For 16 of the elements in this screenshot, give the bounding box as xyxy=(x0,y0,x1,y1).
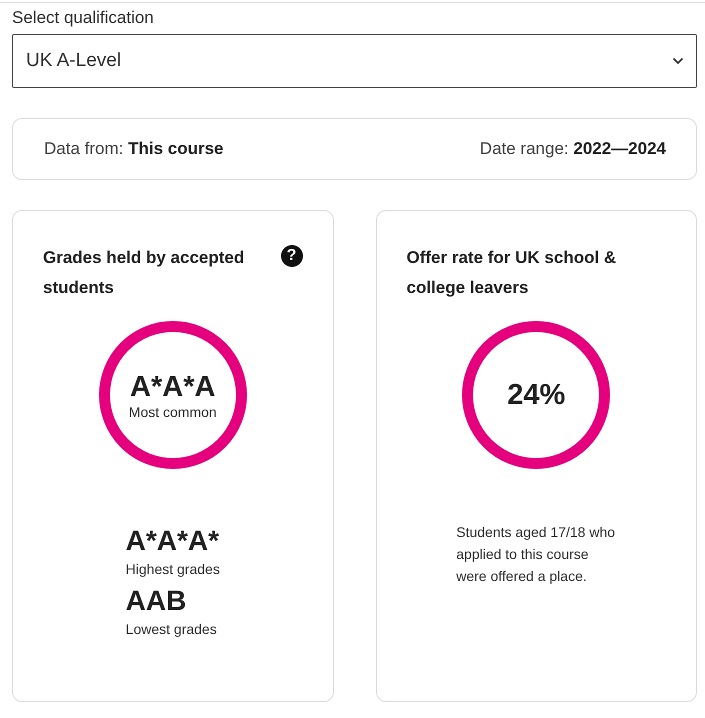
grade-label: Highest grades xyxy=(126,561,220,577)
ring-caption: Most common xyxy=(128,404,217,420)
qualification-select[interactable]: UK A-Level xyxy=(12,34,697,88)
grade-value: A*A*A* xyxy=(126,525,220,557)
ring-value: 24% xyxy=(507,378,566,412)
description-text: Students aged 17/18 who applied to this course were offered a place. xyxy=(456,523,616,586)
card-title: Grades held by accepted students xyxy=(43,247,246,299)
grade-value: AAB xyxy=(126,585,188,617)
help-icon[interactable]: ? xyxy=(280,245,302,267)
select-label: Select qualification xyxy=(12,8,154,28)
chevron-down-icon xyxy=(672,57,684,65)
ring-value: A*A*A xyxy=(130,370,216,404)
grade-label: Lowest grades xyxy=(126,621,218,637)
card-title: Offer rate for UK school & college leavers xyxy=(406,247,618,299)
data-source-text: Data from: This course xyxy=(44,139,224,159)
date-range-text: Date range: 2022—2024 xyxy=(480,139,666,159)
